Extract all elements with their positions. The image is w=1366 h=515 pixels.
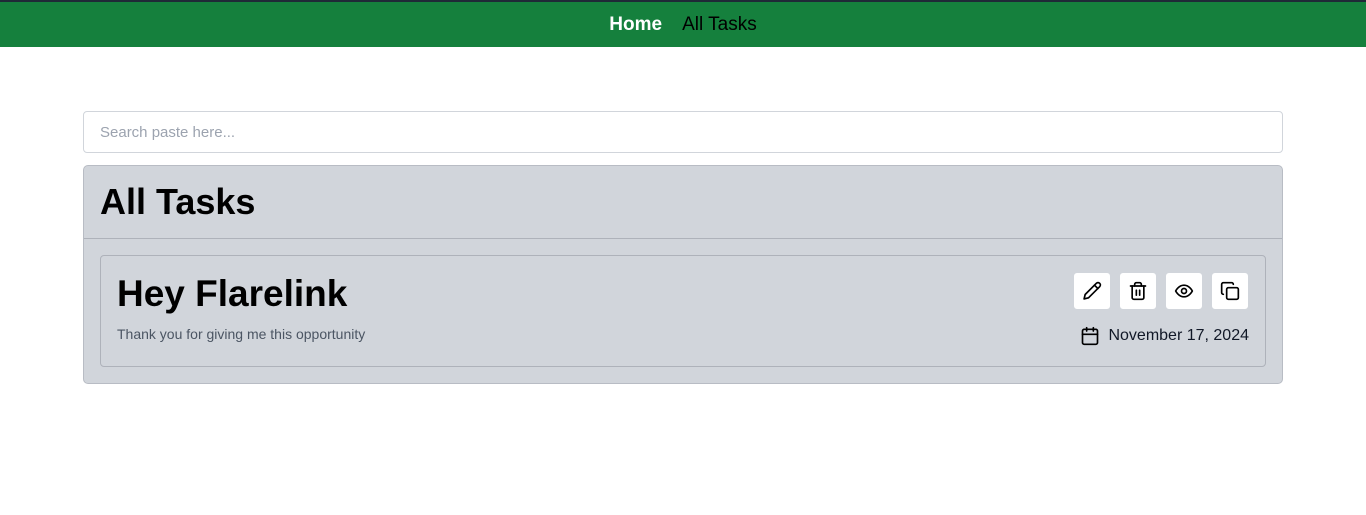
task-card: Hey Flarelink Thank you for giving me th… (100, 255, 1266, 367)
delete-button[interactable] (1119, 272, 1157, 310)
task-date-text: November 17, 2024 (1108, 327, 1249, 344)
task-description: Thank you for giving me this opportunity (117, 326, 366, 342)
calendar-icon (1082, 326, 1099, 346)
tasks-panel-header: All Tasks (84, 166, 1282, 239)
nav-home-link[interactable]: Home (609, 15, 662, 34)
edit-button[interactable] (1073, 272, 1111, 310)
copy-icon (1220, 281, 1240, 301)
task-title: Hey Flarelink (117, 273, 348, 314)
tasks-panel: All Tasks Hey Flarelink Thank you for gi… (83, 165, 1283, 384)
task-date: November 17, 2024 (1080, 326, 1249, 346)
task-actions (1073, 272, 1249, 310)
pencil-icon (1083, 281, 1102, 300)
search-input[interactable] (83, 111, 1283, 153)
copy-button[interactable] (1211, 272, 1249, 310)
nav-all-tasks-link[interactable]: All Tasks (682, 15, 757, 34)
trash-icon (1129, 281, 1147, 301)
top-navbar: Home All Tasks (0, 0, 1366, 47)
page-title: All Tasks (100, 181, 256, 222)
eye-icon (1174, 284, 1194, 298)
view-button[interactable] (1165, 272, 1203, 310)
